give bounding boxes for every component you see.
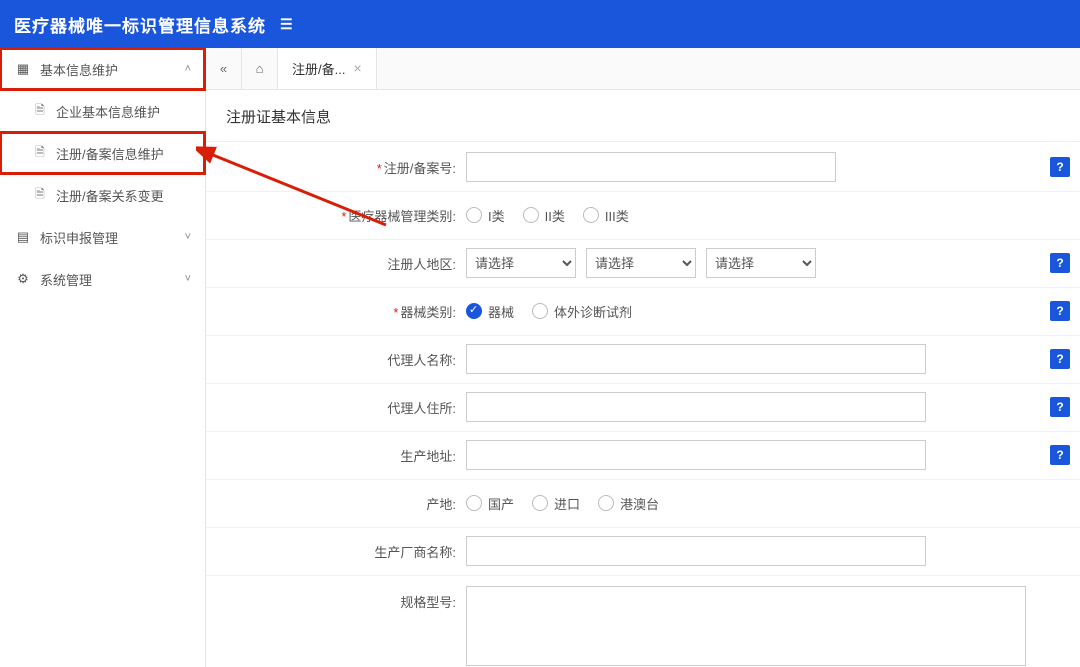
sidebar: ▦ 基本信息维护 ˄ 🗎 企业基本信息维护 🗎 注册/备案信息维护 🗎 注册/备… (0, 48, 206, 667)
table-icon: ▤ (14, 229, 32, 245)
radio-origin-3[interactable]: 港澳台 (598, 494, 659, 513)
sidebar-group-identification[interactable]: ▤ 标识申报管理 ˅ (0, 216, 205, 258)
home-icon: ⌂ (256, 61, 264, 76)
radio-device-1[interactable]: 器械 (466, 302, 514, 321)
help-icon[interactable]: ? (1050, 253, 1070, 273)
main-content: « ⌂ 注册/备... × 注册证基本信息 *注册/备案号: ? *医疗器械管理… (206, 48, 1080, 667)
row-reg-region: 注册人地区: 请选择 请选择 请选择 ? (206, 240, 1080, 288)
help-icon[interactable]: ? (1050, 157, 1070, 177)
close-icon[interactable]: × (353, 60, 361, 76)
sidebar-item-label: 企业基本信息维护 (56, 102, 160, 121)
sidebar-group-label: 基本信息维护 (40, 60, 118, 79)
radio-class-2[interactable]: II类 (523, 206, 565, 225)
help-icon[interactable]: ? (1050, 445, 1070, 465)
radio-class-3[interactable]: III类 (583, 206, 629, 225)
agent-name-input[interactable] (466, 344, 926, 374)
help-icon[interactable]: ? (1050, 301, 1070, 321)
sidebar-group-basic-info[interactable]: ▦ 基本信息维护 ˄ (0, 48, 205, 90)
registration-form: *注册/备案号: ? *医疗器械管理类别: I类 II类 III类 (206, 142, 1080, 667)
mgmt-class-radio-group: I类 II类 III类 (466, 206, 629, 225)
tab-label: 注册/备... (292, 59, 345, 78)
radio-device-2[interactable]: 体外诊断试剂 (532, 302, 632, 321)
tabs-collapse-button[interactable]: « (206, 48, 242, 89)
row-agent-addr: 代理人住所: ? (206, 384, 1080, 432)
sidebar-group-label: 系统管理 (40, 270, 92, 289)
chevron-down-icon: ˅ (185, 231, 191, 243)
grid-icon: ▦ (14, 61, 32, 77)
sidebar-item-enterprise-info[interactable]: 🗎 企业基本信息维护 (0, 90, 205, 132)
radio-origin-1[interactable]: 国产 (466, 494, 514, 513)
document-icon: 🗎 (32, 143, 48, 164)
chevron-down-icon: ˅ (185, 273, 191, 285)
tab-registration[interactable]: 注册/备... × (278, 48, 377, 89)
sidebar-item-relation-change[interactable]: 🗎 注册/备案关系变更 (0, 174, 205, 216)
origin-radio-group: 国产 进口 港澳台 (466, 494, 659, 513)
chevron-up-icon: ˄ (185, 63, 191, 75)
section-title: 注册证基本信息 (206, 90, 1080, 142)
region-select-3[interactable]: 请选择 (706, 248, 816, 278)
agent-addr-input[interactable] (466, 392, 926, 422)
sidebar-item-label: 注册/备案关系变更 (56, 186, 164, 205)
document-icon: 🗎 (32, 185, 48, 206)
sidebar-item-label: 注册/备案信息维护 (56, 144, 164, 163)
gear-icon: ⚙ (14, 271, 32, 287)
radio-class-1[interactable]: I类 (466, 206, 505, 225)
tab-home[interactable]: ⌂ (242, 48, 278, 89)
radio-origin-2[interactable]: 进口 (532, 494, 580, 513)
sidebar-group-system[interactable]: ⚙ 系统管理 ˅ (0, 258, 205, 300)
mfr-name-input[interactable] (466, 536, 926, 566)
header-collapse-icon[interactable]: ☰ (280, 16, 294, 33)
app-header: 医疗器械唯一标识管理信息系统 ☰ (0, 0, 1080, 48)
device-class-radio-group: 器械 体外诊断试剂 (466, 302, 632, 321)
sidebar-group-label: 标识申报管理 (40, 228, 118, 247)
spec-textarea[interactable] (466, 586, 1026, 666)
row-mfr-name: 生产厂商名称: (206, 528, 1080, 576)
document-icon: 🗎 (32, 101, 48, 122)
reg-no-input[interactable] (466, 152, 836, 182)
help-icon[interactable]: ? (1050, 349, 1070, 369)
help-icon[interactable]: ? (1050, 397, 1070, 417)
row-mgmt-class: *医疗器械管理类别: I类 II类 III类 (206, 192, 1080, 240)
tab-bar: « ⌂ 注册/备... × (206, 48, 1080, 90)
row-origin: 产地: 国产 进口 港澳台 (206, 480, 1080, 528)
region-select-1[interactable]: 请选择 (466, 248, 576, 278)
app-title: 医疗器械唯一标识管理信息系统 (14, 12, 266, 37)
prod-addr-input[interactable] (466, 440, 926, 470)
row-agent-name: 代理人名称: ? (206, 336, 1080, 384)
row-prod-addr: 生产地址: ? (206, 432, 1080, 480)
row-reg-no: *注册/备案号: ? (206, 144, 1080, 192)
row-spec: 规格型号: (206, 576, 1080, 667)
row-device-class: *器械类别: 器械 体外诊断试剂 ? (206, 288, 1080, 336)
region-select-2[interactable]: 请选择 (586, 248, 696, 278)
sidebar-item-registration-info[interactable]: 🗎 注册/备案信息维护 (0, 132, 205, 174)
